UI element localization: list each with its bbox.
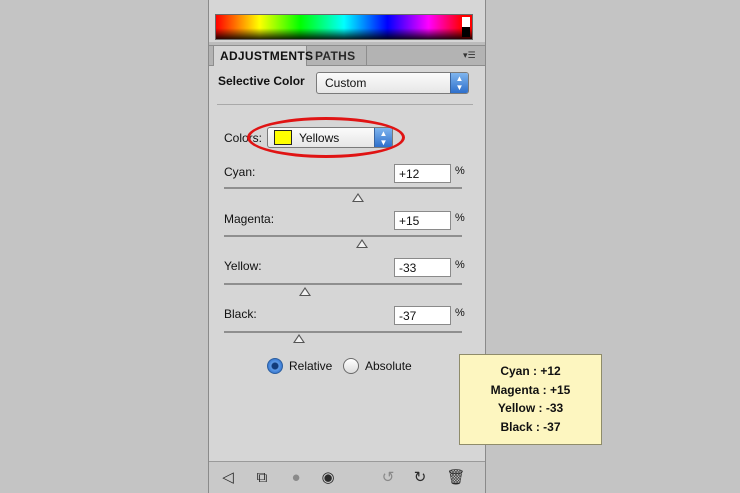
- magenta-slider-thumb[interactable]: [356, 239, 368, 248]
- black-percent: %: [455, 307, 465, 319]
- yellow-label: Yellow:: [224, 259, 262, 273]
- updown-arrows-icon: ▲ ▼: [450, 73, 468, 93]
- black-slider-track[interactable]: [224, 331, 462, 333]
- preset-value: Custom: [325, 76, 367, 90]
- eye-icon[interactable]: ◉: [317, 468, 339, 488]
- yellow-input[interactable]: -33: [394, 258, 451, 277]
- note-line-yellow: Yellow : -33: [497, 401, 564, 415]
- black-label: Black:: [224, 307, 257, 321]
- preset-dropdown[interactable]: Custom ▲ ▼: [316, 72, 469, 94]
- color-spectrum-bar[interactable]: [215, 14, 473, 40]
- adjustments-panel: ADJUSTMENTS PATHS ▾☰ Selective Color Cus…: [208, 0, 486, 493]
- magenta-slider-track[interactable]: [224, 235, 462, 237]
- yellow-percent: %: [455, 259, 465, 271]
- yellow-slider-thumb[interactable]: [299, 287, 311, 296]
- white-swatch[interactable]: [462, 17, 470, 27]
- spectrum-gradient: [216, 15, 472, 39]
- cyan-slider-track[interactable]: [224, 187, 462, 189]
- yellow-slider-track[interactable]: [224, 283, 462, 285]
- note-line-black: Black : -37: [500, 419, 561, 434]
- cyan-input[interactable]: +12: [394, 164, 451, 183]
- reset-icon[interactable]: ↻: [409, 468, 431, 488]
- magenta-label: Magenta:: [224, 212, 275, 226]
- panel-tab-bar: ADJUSTMENTS PATHS ▾☰: [209, 45, 485, 66]
- note-line-cyan: Cyan : +12: [500, 364, 561, 378]
- magenta-input[interactable]: +15: [394, 211, 451, 230]
- cyan-label: Cyan:: [224, 165, 256, 179]
- magenta-percent: %: [455, 212, 465, 224]
- panel-bottom-toolbar: ◁ ⧉ ● ◉ ↺ ↻ 🗑: [209, 461, 485, 493]
- black-slider-thumb[interactable]: [293, 334, 305, 343]
- absolute-label: Absolute: [365, 359, 412, 373]
- back-arrow-icon[interactable]: ◁: [217, 468, 239, 488]
- black-swatch[interactable]: [462, 27, 470, 37]
- cyan-slider-thumb[interactable]: [352, 193, 364, 202]
- note-line-magenta: Magenta : +15: [490, 382, 571, 397]
- relative-radio[interactable]: [267, 358, 283, 374]
- trash-icon[interactable]: 🗑: [445, 468, 467, 488]
- relative-label: Relative: [289, 359, 333, 373]
- absolute-radio[interactable]: [343, 358, 359, 374]
- cyan-percent: %: [455, 165, 465, 177]
- black-input[interactable]: -37: [394, 306, 451, 325]
- clip-to-layer-icon[interactable]: ⧉: [251, 468, 273, 488]
- view-previous-state-icon[interactable]: ↺: [377, 468, 399, 488]
- panel-menu-icon[interactable]: ▾☰: [463, 49, 479, 61]
- visibility-mask-icon[interactable]: ●: [285, 468, 307, 488]
- tab-adjustments[interactable]: ADJUSTMENTS: [213, 46, 313, 66]
- values-annotation-note: Cyan : +12 Magenta : +15 Yellow : -33 Bl…: [459, 354, 602, 445]
- divider: [217, 104, 473, 105]
- red-highlight-ellipse: [247, 117, 405, 158]
- tab-paths[interactable]: PATHS: [309, 46, 367, 66]
- adjustment-title: Selective Color: [218, 74, 305, 88]
